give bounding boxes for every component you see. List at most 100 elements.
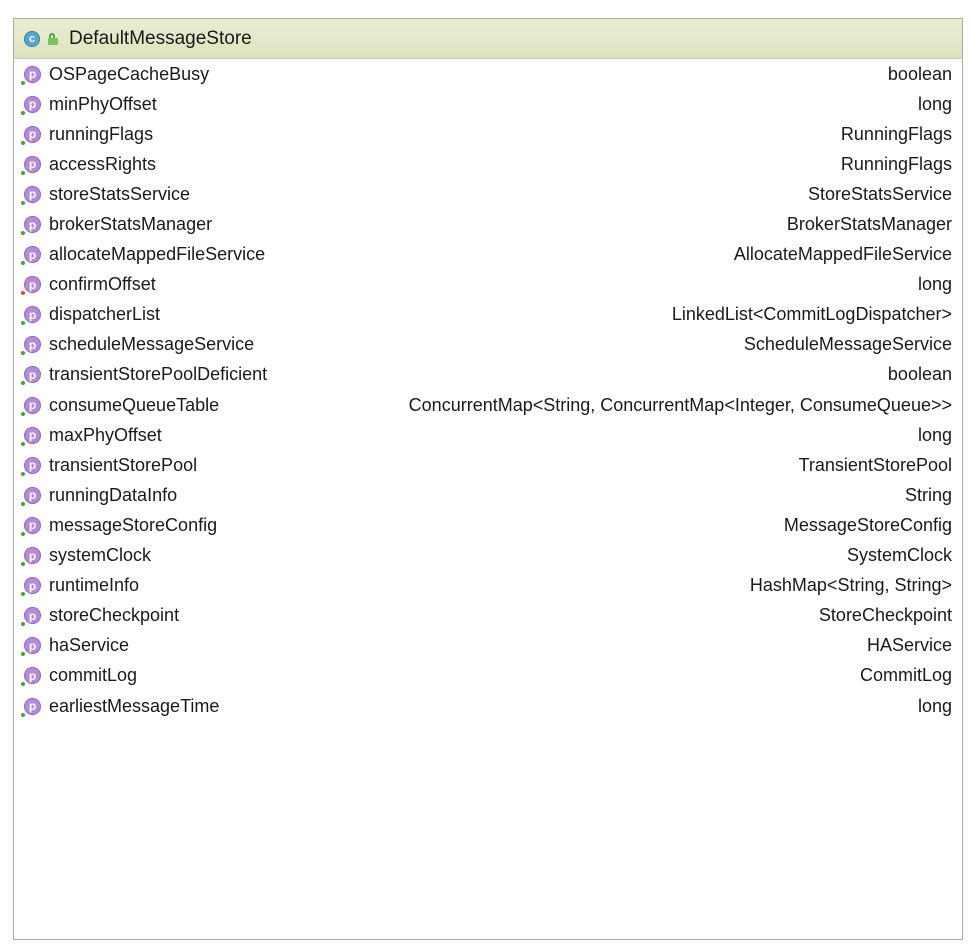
- access-dot-icon: [21, 562, 25, 567]
- property-type: long: [917, 695, 952, 716]
- property-icon-letter: p: [28, 127, 37, 142]
- property-row[interactable]: p confirmOffset long: [14, 270, 962, 300]
- property-icon: p: [21, 426, 41, 446]
- property-type: boolean: [887, 364, 952, 385]
- property-type: SystemClock: [846, 545, 952, 566]
- property-type: long: [917, 274, 952, 295]
- property-type: StoreStatsService: [807, 183, 952, 204]
- property-icon: p: [21, 306, 41, 326]
- property-row[interactable]: p runningDataInfo String: [14, 480, 962, 510]
- property-row[interactable]: p accessRights RunningFlags: [14, 149, 962, 179]
- property-icon-letter: p: [28, 458, 37, 473]
- property-icon-letter: p: [28, 67, 37, 82]
- property-row[interactable]: p scheduleMessageService ScheduleMessageSe…: [14, 330, 962, 360]
- property-type: RunningFlags: [840, 123, 952, 144]
- access-dot-icon: [21, 411, 25, 416]
- property-type: BrokerStatsManager: [786, 214, 952, 235]
- access-dot-icon: [21, 140, 25, 145]
- access-dot-icon: [21, 80, 25, 85]
- access-dot-icon: [21, 622, 25, 627]
- property-icon: p: [21, 637, 41, 657]
- property-row[interactable]: p systemClock SystemClock: [14, 541, 962, 571]
- access-dot-icon: [21, 652, 25, 657]
- property-icon-letter: p: [28, 518, 37, 533]
- property-row[interactable]: p runningFlags RunningFlags: [14, 119, 962, 149]
- property-row[interactable]: p storeCheckpoint StoreCheckpoint: [14, 601, 962, 631]
- property-name: runningDataInfo: [49, 484, 178, 505]
- access-dot-icon: [21, 321, 25, 326]
- property-name: brokerStatsManager: [49, 214, 213, 235]
- property-icon-letter: p: [28, 277, 37, 292]
- property-icon: p: [21, 697, 41, 717]
- property-type: long: [917, 93, 952, 114]
- class-name: DefaultMessageStore: [69, 27, 252, 49]
- access-dot-icon: [21, 110, 25, 115]
- property-icon-letter: p: [28, 367, 37, 382]
- property-name: confirmOffset: [49, 274, 156, 295]
- property-icon: p: [21, 486, 41, 506]
- property-type: LinkedList<CommitLogDispatcher>: [671, 304, 952, 325]
- property-row[interactable]: p dispatcherList LinkedList<CommitLogDispa…: [14, 300, 962, 330]
- class-diagram-panel: c DefaultMessageStore p OSPageCacheBusy bo…: [13, 18, 963, 940]
- property-icon-letter: p: [28, 699, 37, 714]
- property-row[interactable]: p maxPhyOffset long: [14, 420, 962, 450]
- property-type: TransientStorePool: [798, 454, 952, 475]
- property-icon: p: [21, 577, 41, 597]
- property-row[interactable]: p runtimeInfo HashMap<String, String>: [14, 571, 962, 601]
- property-name: haService: [49, 635, 130, 656]
- class-header[interactable]: c DefaultMessageStore: [14, 19, 962, 59]
- property-icon: p: [21, 65, 41, 85]
- property-name: transientStorePool: [49, 454, 198, 475]
- property-type: AllocateMappedFileService: [733, 244, 952, 265]
- property-name: runningFlags: [49, 123, 154, 144]
- property-name: scheduleMessageService: [49, 334, 255, 355]
- property-icon-letter: p: [28, 217, 37, 232]
- property-row[interactable]: p transientStorePool TransientStorePool: [14, 450, 962, 480]
- access-dot-icon: [21, 170, 25, 175]
- property-name: maxPhyOffset: [49, 424, 162, 445]
- lock-icon: [47, 32, 59, 45]
- property-icon-letter: p: [28, 307, 37, 322]
- property-row[interactable]: p haService HAService: [14, 631, 962, 661]
- property-row[interactable]: p messageStoreConfig MessageStoreConfig: [14, 510, 962, 540]
- property-name: minPhyOffset: [49, 93, 157, 114]
- property-row[interactable]: p transientStorePoolDeficient boolean: [14, 360, 962, 390]
- property-row[interactable]: p allocateMappedFileService AllocateMapped…: [14, 240, 962, 270]
- property-row[interactable]: p earliestMessageTime long: [14, 691, 962, 721]
- property-icon-letter: p: [28, 337, 37, 352]
- property-icon-letter: p: [28, 247, 37, 262]
- property-name: accessRights: [49, 153, 157, 174]
- property-name: storeCheckpoint: [49, 605, 180, 626]
- property-icon-letter: p: [28, 548, 37, 563]
- property-icon-letter: p: [28, 157, 37, 172]
- property-type: String: [904, 484, 952, 505]
- access-dot-icon: [21, 682, 25, 687]
- property-icon-letter: p: [28, 187, 37, 202]
- property-icon: p: [21, 95, 41, 115]
- property-icon: p: [21, 607, 41, 627]
- property-icon: p: [21, 516, 41, 536]
- property-icon-letter: p: [28, 428, 37, 443]
- access-dot-icon: [21, 231, 25, 236]
- property-type: HAService: [866, 635, 952, 656]
- property-icon: p: [21, 216, 41, 236]
- property-row[interactable]: p consumeQueueTable ConcurrentMap<String, …: [14, 390, 962, 420]
- property-row[interactable]: p minPhyOffset long: [14, 89, 962, 119]
- property-type: HashMap<String, String>: [749, 575, 952, 596]
- property-row[interactable]: p OSPageCacheBusy boolean: [14, 59, 962, 89]
- property-row[interactable]: p brokerStatsManager BrokerStatsManager: [14, 209, 962, 239]
- property-row[interactable]: p commitLog CommitLog: [14, 661, 962, 691]
- property-icon: p: [21, 246, 41, 266]
- access-dot-icon: [21, 501, 25, 506]
- access-dot-icon: [21, 261, 25, 266]
- access-dot-icon: [21, 381, 25, 386]
- property-row[interactable]: p storeStatsService StoreStatsService: [14, 179, 962, 209]
- access-dot-icon: [21, 531, 25, 536]
- property-name: consumeQueueTable: [49, 394, 220, 415]
- access-dot-icon: [21, 592, 25, 597]
- property-icon: p: [21, 336, 41, 356]
- access-dot-icon: [21, 471, 25, 476]
- property-name: commitLog: [49, 665, 138, 686]
- property-icon: p: [21, 125, 41, 145]
- property-type: long: [917, 424, 952, 445]
